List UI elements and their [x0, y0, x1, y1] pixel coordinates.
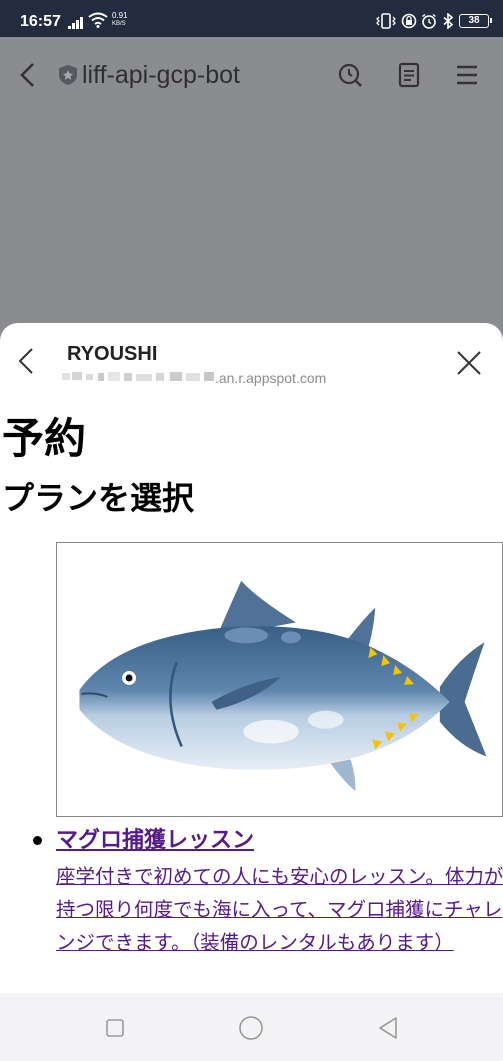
shield-icon	[59, 65, 77, 85]
home-circle-icon[interactable]	[238, 1015, 264, 1041]
status-icons: 38	[375, 13, 492, 29]
system-nav-bar	[0, 993, 503, 1061]
header-title: liff-api-gcp-bot	[82, 61, 240, 89]
status-time: 16:57	[20, 13, 61, 30]
plan-image[interactable]	[56, 542, 503, 817]
bluetooth-icon	[443, 13, 454, 29]
net-speed-unit: KB/S	[112, 21, 126, 27]
battery-icon: 38	[459, 14, 492, 28]
vibrate-icon	[376, 13, 396, 29]
recents-square-icon[interactable]	[102, 1015, 128, 1041]
tuna-icon	[79, 580, 487, 792]
status-bar: 16:57 0.91 KB/S 38	[0, 0, 503, 37]
sheet-title: RYOUSHI	[67, 343, 158, 365]
sheet-url: .an.r.appspot.com	[215, 370, 327, 386]
page-subtitle: プランを選択	[2, 479, 195, 517]
menu-icon[interactable]	[453, 61, 481, 89]
net-speed-value: 0.91	[112, 11, 128, 20]
back-arrow-icon[interactable]	[14, 346, 38, 376]
plan-description[interactable]: 座学付きで初めての人にも安心のレッスン。体力が持つ限り何度でも海に入って、マグロ…	[56, 860, 503, 959]
signal-icon	[68, 17, 83, 29]
net-speed: 0.91 KB/S	[112, 12, 128, 28]
back-triangle-icon[interactable]	[376, 1015, 402, 1041]
url-mosaic	[62, 372, 214, 381]
liff-sheet: RYOUSHI .an.r.appspot.com 予約 プランを選択 マグロ捕…	[0, 323, 503, 1061]
wifi-icon	[88, 12, 108, 28]
back-arrow-icon[interactable]	[16, 61, 40, 89]
history-icon[interactable]	[336, 61, 364, 89]
page-title: 予約	[2, 414, 87, 463]
note-icon[interactable]	[395, 61, 423, 89]
alarm-icon	[422, 13, 436, 29]
lock-rotation-icon	[401, 13, 417, 29]
close-icon[interactable]	[454, 348, 484, 378]
list-bullet	[33, 836, 42, 845]
plan-link[interactable]: マグロ捕獲レッスン	[56, 822, 254, 854]
browser-header: liff-api-gcp-bot	[0, 37, 503, 113]
